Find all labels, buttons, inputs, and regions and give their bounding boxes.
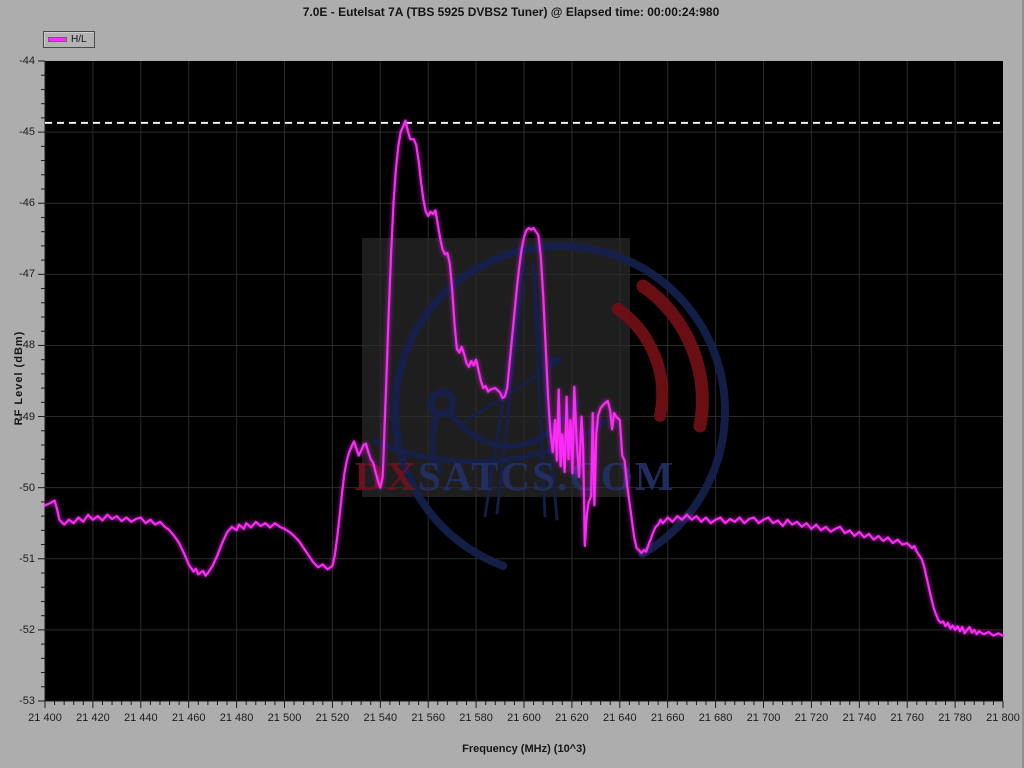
x-tick-label: 21 580 <box>459 712 493 724</box>
x-axis-title: Frequency (MHz) (10^3) <box>45 743 1003 755</box>
y-tick-label: -46 <box>19 197 35 209</box>
spectrum-analyzer-window: 7.0E - Eutelsat 7A (TBS 5925 DVBS2 Tuner… <box>0 0 1024 768</box>
x-tick-label: 21 600 <box>507 712 541 724</box>
y-tick-label: -45 <box>19 126 35 138</box>
legend[interactable]: H/L <box>43 31 95 48</box>
x-tick-label: 21 680 <box>699 712 733 724</box>
x-tick-labels: 21 40021 42021 44021 46021 48021 50021 5… <box>45 712 1003 728</box>
x-tick-label: 21 700 <box>747 712 781 724</box>
x-tick-label: 21 780 <box>938 712 972 724</box>
chart-title: 7.0E - Eutelsat 7A (TBS 5925 DVBS2 Tuner… <box>0 5 1022 19</box>
y-tick-label: -52 <box>19 624 35 636</box>
x-tick-label: 21 440 <box>124 712 158 724</box>
x-tick-label: 21 620 <box>555 712 589 724</box>
x-tick-label: 21 540 <box>363 712 397 724</box>
y-axis-title: RF Level (dBm) <box>13 303 25 453</box>
chart-svg: DXSATCS.COM <box>45 61 1003 701</box>
y-tick-label: -47 <box>19 268 35 280</box>
plot-area: DXSATCS.COM <box>45 61 1003 701</box>
y-tick-label: -51 <box>19 553 35 565</box>
x-tick-label: 21 800 <box>986 712 1020 724</box>
y-tick-label: -44 <box>19 55 35 67</box>
x-tick-label: 21 660 <box>651 712 685 724</box>
x-tick-label: 21 720 <box>795 712 829 724</box>
legend-label: H/L <box>71 34 87 45</box>
x-tick-label: 21 480 <box>220 712 254 724</box>
x-tick-label: 21 460 <box>172 712 206 724</box>
x-tick-label: 21 740 <box>842 712 876 724</box>
y-tick-label: -53 <box>19 695 35 707</box>
grid <box>45 61 1003 701</box>
x-tick-label: 21 520 <box>316 712 350 724</box>
x-tick-label: 21 500 <box>268 712 302 724</box>
x-tick-label: 21 420 <box>76 712 110 724</box>
hl-trace-swatch <box>49 38 66 41</box>
y-tick-label: -50 <box>19 482 35 494</box>
x-tick-label: 21 760 <box>890 712 924 724</box>
x-tick-label: 21 560 <box>411 712 445 724</box>
x-tick-label: 21 640 <box>603 712 637 724</box>
x-tick-label: 21 400 <box>28 712 62 724</box>
